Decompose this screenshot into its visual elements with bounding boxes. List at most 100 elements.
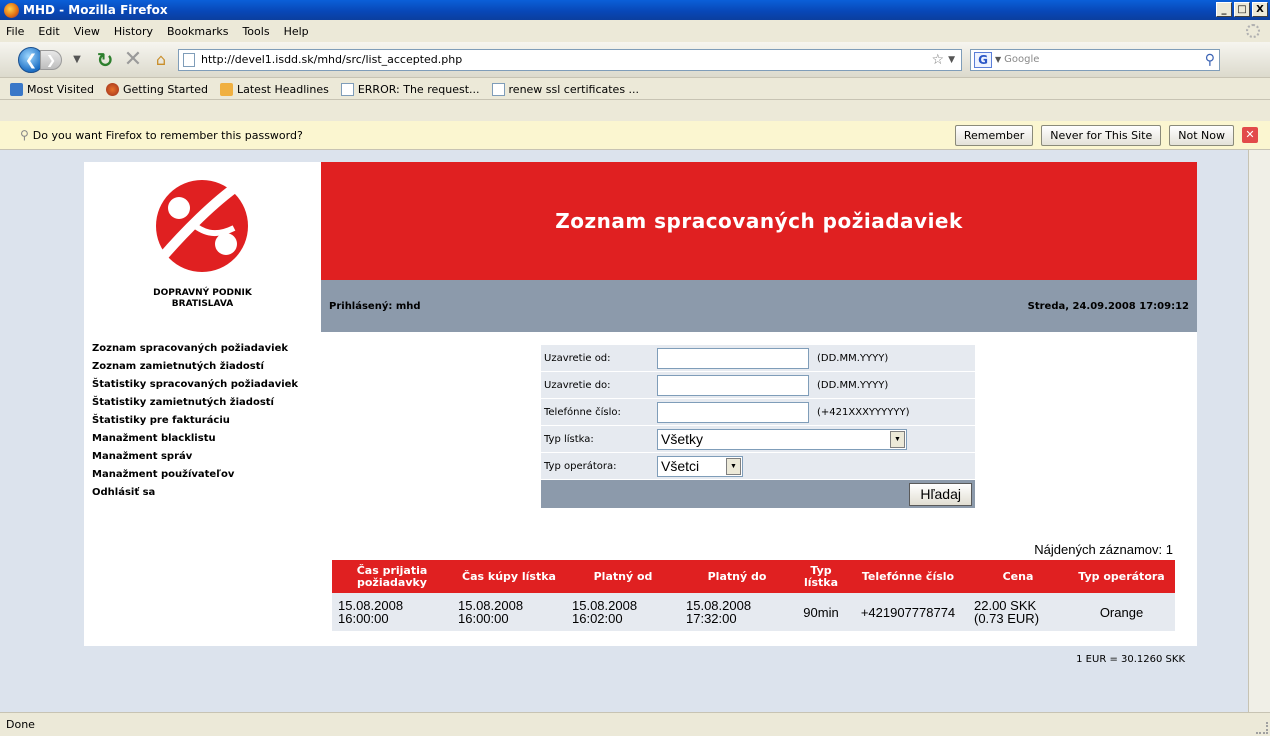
url-text[interactable]: http://devel1.isdd.sk/mhd/src/list_accep…: [201, 53, 932, 66]
history-dropdown-icon[interactable]: ▼: [70, 54, 84, 65]
cell-valid-to: 15.08.2008 17:32:00: [680, 593, 794, 631]
chevron-down-icon[interactable]: ▼: [890, 430, 905, 448]
menu-edit[interactable]: Edit: [38, 25, 59, 38]
home-icon[interactable]: ⌂: [150, 50, 172, 69]
user-info-bar: Prihlásený: mhd Streda, 24.09.2008 17:09…: [321, 280, 1197, 332]
navigation-toolbar: ❮ ❯ ▼ ↻ ✕ ⌂ http://devel1.isdd.sk/mhd/sr…: [0, 42, 1270, 78]
bookmark-star-icon[interactable]: ☆: [932, 52, 945, 68]
col-operator: Typ operátora: [1068, 560, 1175, 593]
rss-feed-icon: [220, 82, 233, 96]
most-visited-icon: [10, 82, 23, 96]
phone-input[interactable]: [657, 401, 809, 423]
logged-in-user: Prihlásený: mhd: [329, 300, 421, 312]
page-container: DOPRAVNÝ PODNIK BRATISLAVA Zoznam spraco…: [84, 162, 1197, 665]
nav-message-management[interactable]: Manažment správ: [92, 448, 322, 466]
engine-dropdown-icon[interactable]: ▼: [995, 55, 1001, 64]
bookmark-latest-headlines[interactable]: Latest Headlines: [220, 82, 329, 96]
filter-form: Uzavretie od: (DD.MM.YYYY) Uzavretie do:…: [541, 345, 975, 508]
results-table: Čas prijatia požiadavky Čas kúpy lístka …: [332, 560, 1175, 631]
operator-row: Typ operátora: Všetci ▼: [541, 453, 975, 479]
resize-grip-icon[interactable]: [1256, 722, 1268, 734]
maximize-button[interactable]: □: [1234, 2, 1250, 17]
ticket-type-label: Typ lístka:: [544, 433, 594, 445]
closed-from-row: Uzavretie od: (DD.MM.YYYY): [541, 345, 975, 371]
ticket-type-select[interactable]: Všetky ▼: [657, 428, 907, 450]
url-bar[interactable]: http://devel1.isdd.sk/mhd/src/list_accep…: [178, 48, 962, 71]
page-icon: [340, 82, 354, 96]
nav-processed-requests[interactable]: Zoznam spracovaných požiadaviek: [92, 340, 322, 358]
menu-history[interactable]: History: [114, 25, 153, 38]
closed-to-input[interactable]: [657, 374, 809, 396]
bookmark-getting-started[interactable]: Getting Started: [105, 82, 208, 96]
sidebar-navigation: Zoznam spracovaných požiadaviek Zoznam z…: [92, 340, 322, 502]
search-button-row: Hľadaj: [541, 480, 975, 508]
window-title-bar: MHD - Mozilla Firefox _ □ X: [0, 0, 1270, 20]
stop-icon[interactable]: ✕: [122, 47, 144, 72]
closed-from-label: Uzavretie od:: [544, 352, 611, 364]
nav-rejected-requests[interactable]: Zoznam zamietnutých žiadostí: [92, 358, 322, 376]
search-placeholder[interactable]: Google: [1004, 54, 1205, 65]
remember-button[interactable]: Remember: [954, 124, 1034, 146]
nav-blacklist-management[interactable]: Manažment blacklistu: [92, 430, 322, 448]
search-icon[interactable]: ⚲: [1205, 52, 1215, 68]
status-text: Done: [6, 718, 35, 731]
bookmark-renew-ssl[interactable]: renew ssl certificates ...: [491, 82, 639, 96]
col-valid-from: Platný od: [566, 560, 680, 593]
exchange-rate-note: 1 EUR = 30.1260 SKK: [1076, 654, 1185, 665]
closed-from-input[interactable]: [657, 347, 809, 369]
bookmark-error-request[interactable]: ERROR: The request...: [340, 82, 480, 96]
reload-icon[interactable]: ↻: [94, 48, 116, 72]
search-button[interactable]: Hľadaj: [909, 482, 972, 506]
nav-processed-statistics[interactable]: Štatistiky spracovaných požiadaviek: [92, 376, 322, 394]
table-row: 15.08.2008 16:00:00 15.08.2008 16:00:00 …: [332, 593, 1175, 631]
cell-ticket-type: 90min: [794, 593, 848, 631]
nav-logout[interactable]: Odhlásiť sa: [92, 484, 322, 502]
activity-throbber-icon: [1246, 24, 1260, 38]
phone-label: Telefónne číslo:: [544, 406, 621, 418]
page-title: Zoznam spracovaných požiadaviek: [555, 209, 963, 233]
phone-row: Telefónne číslo: (+421XXXYYYYYY): [541, 399, 975, 425]
nav-user-management[interactable]: Manažment používateľov: [92, 466, 322, 484]
menu-tools[interactable]: Tools: [242, 25, 269, 38]
col-purchased: Čas kúpy lístka: [452, 560, 566, 593]
col-valid-to: Platný do: [680, 560, 794, 593]
nav-rejected-statistics[interactable]: Štatistiky zamietnutých žiadostí: [92, 394, 322, 412]
closed-to-hint: (DD.MM.YYYY): [817, 379, 889, 391]
col-phone: Telefónne číslo: [848, 560, 968, 593]
dpb-logo-icon: [155, 179, 248, 272]
menu-help[interactable]: Help: [284, 25, 309, 38]
menu-bookmarks[interactable]: Bookmarks: [167, 25, 228, 38]
operator-value: Všetci: [661, 458, 700, 474]
operator-select[interactable]: Všetci ▼: [657, 455, 743, 477]
menu-view[interactable]: View: [74, 25, 100, 38]
nav-billing-statistics[interactable]: Štatistiky pre fakturáciu: [92, 412, 322, 430]
notification-message: Do you want Firefox to remember this pas…: [32, 128, 303, 142]
menu-file[interactable]: File: [6, 25, 24, 38]
results-count: Nájdených záznamov: 1: [1034, 542, 1173, 557]
page-icon: [491, 82, 505, 96]
window-title: MHD - Mozilla Firefox: [23, 3, 168, 17]
minimize-button[interactable]: _: [1216, 2, 1232, 17]
col-price: Cena: [968, 560, 1068, 593]
bookmark-most-visited[interactable]: Most Visited: [10, 82, 94, 96]
search-box[interactable]: G ▼ Google ⚲: [970, 48, 1220, 71]
closed-to-row: Uzavretie do: (DD.MM.YYYY): [541, 372, 975, 398]
close-notification-icon[interactable]: ✕: [1242, 127, 1258, 143]
menu-bar: File Edit View History Bookmarks Tools H…: [0, 20, 1270, 42]
table-header-row: Čas prijatia požiadavky Čas kúpy lístka …: [332, 560, 1175, 593]
not-now-button[interactable]: Not Now: [1169, 124, 1234, 146]
organization-name: DOPRAVNÝ PODNIK BRATISLAVA: [84, 288, 321, 310]
status-bar: Done: [0, 712, 1270, 736]
cell-operator: Orange: [1068, 593, 1175, 631]
never-for-site-button[interactable]: Never for This Site: [1041, 124, 1162, 146]
password-notification-bar: ⚲ Do you want Firefox to remember this p…: [0, 121, 1270, 150]
chevron-down-icon[interactable]: ▼: [726, 457, 741, 475]
forward-button[interactable]: ❯: [40, 49, 62, 70]
vertical-scrollbar[interactable]: [1248, 150, 1270, 712]
page-icon: [183, 52, 195, 67]
close-window-button[interactable]: X: [1252, 2, 1268, 17]
url-dropdown-icon[interactable]: ▼: [948, 55, 955, 65]
google-engine-icon[interactable]: G: [974, 51, 992, 68]
ticket-type-value: Všetky: [661, 431, 704, 447]
phone-hint: (+421XXXYYYYYY): [817, 406, 910, 418]
